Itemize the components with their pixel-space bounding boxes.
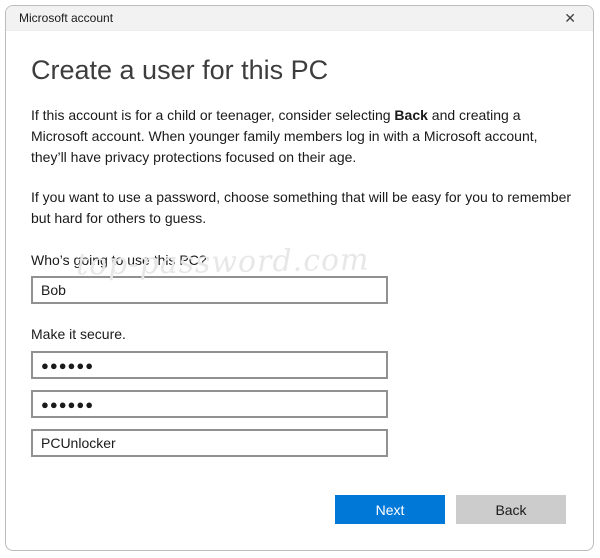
password-hint-input[interactable]	[31, 429, 388, 457]
secure-label: Make it secure.	[31, 324, 566, 344]
username-input[interactable]	[31, 276, 388, 304]
window-title: Microsoft account	[19, 11, 113, 25]
username-label: Who’s going to use this PC?	[31, 250, 566, 270]
advice-line-2: but hard for others to guess.	[31, 208, 566, 229]
intro-line1-post: and creating a	[428, 107, 521, 123]
password-advice-paragraph: If you want to use a password, choose so…	[31, 187, 566, 229]
intro-line-1: If this account is for a child or teenag…	[31, 105, 566, 126]
close-icon[interactable]: ✕	[560, 9, 580, 27]
create-user-dialog: Microsoft account ✕ top-password.com Cre…	[5, 5, 594, 551]
dialog-content: top-password.com Create a user for this …	[6, 53, 593, 524]
password-input[interactable]	[31, 351, 388, 379]
page-title: Create a user for this PC	[31, 53, 566, 87]
advice-line-1: If you want to use a password, choose so…	[31, 187, 566, 208]
confirm-password-input[interactable]	[31, 390, 388, 418]
intro-line1-pre: If this account is for a child or teenag…	[31, 107, 394, 123]
title-bar: Microsoft account ✕	[6, 6, 593, 31]
intro-line-3: they’ll have privacy protections focused…	[31, 147, 566, 168]
next-button[interactable]: Next	[335, 495, 445, 524]
intro-back-bold: Back	[394, 107, 427, 123]
intro-line-2: Microsoft account. When younger family m…	[31, 126, 566, 147]
button-row: Next Back	[31, 495, 566, 524]
back-button[interactable]: Back	[456, 495, 566, 524]
intro-paragraph: If this account is for a child or teenag…	[31, 105, 566, 168]
